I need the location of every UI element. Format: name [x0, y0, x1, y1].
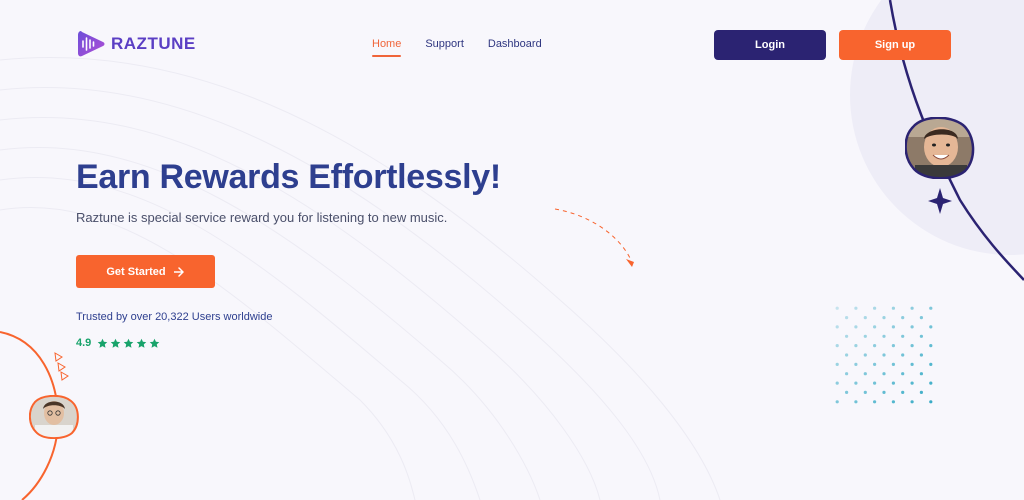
pattern-dot [835, 344, 839, 348]
pattern-dot [854, 400, 858, 404]
get-started-button[interactable]: Get Started [76, 255, 215, 288]
login-button[interactable]: Login [714, 30, 826, 60]
user-avatar-large [905, 117, 975, 179]
pattern-dot [835, 400, 839, 404]
pattern-dot [929, 381, 933, 385]
pattern-dot [891, 381, 896, 385]
pattern-dot [873, 381, 877, 385]
pattern-dot [863, 353, 867, 357]
background-decoration [0, 0, 1024, 500]
nav-item-support[interactable]: Support [425, 38, 464, 50]
brand-name: RAZTUNE [111, 34, 196, 53]
pattern-dot [845, 353, 849, 357]
pattern-dot [845, 372, 849, 376]
pattern-dot [854, 344, 858, 348]
hero-title: Earn Rewards Effortlessly! [76, 158, 501, 196]
rating-stars [97, 338, 160, 349]
pattern-dot [854, 325, 858, 329]
pattern-dot [910, 381, 914, 385]
dot-pattern [835, 306, 933, 404]
pattern-dot [919, 353, 924, 357]
pattern-dot [929, 400, 933, 404]
pattern-dot [929, 306, 933, 310]
pattern-dot [845, 334, 849, 338]
pattern-dot [835, 362, 839, 366]
pattern-dot [863, 316, 867, 320]
nav-item-dashboard[interactable]: Dashboard [488, 38, 542, 50]
pattern-dot [901, 316, 905, 320]
star-icon [137, 338, 147, 348]
pattern-dot [891, 306, 896, 310]
pattern-dot [882, 372, 886, 376]
pattern-dot [891, 325, 896, 329]
pattern-dot [835, 325, 839, 329]
pattern-dot [919, 334, 924, 338]
pattern-dot [854, 306, 858, 310]
pattern-dot [873, 306, 877, 310]
nav-item-home[interactable]: Home [372, 38, 402, 57]
user-avatar-small [29, 395, 79, 439]
pattern-dot [873, 344, 877, 348]
pattern-dot [901, 390, 905, 394]
pattern-dot [901, 334, 905, 338]
pattern-dot [835, 381, 839, 385]
pattern-dot [845, 390, 849, 394]
pattern-dot [929, 325, 933, 329]
pattern-dot [873, 400, 877, 404]
pattern-dot [910, 362, 914, 366]
pattern-dot [929, 344, 933, 348]
pattern-dot [854, 362, 858, 366]
pattern-dot [919, 316, 924, 320]
get-started-label: Get Started [106, 265, 166, 278]
pattern-dot [891, 344, 896, 348]
pattern-dot [891, 362, 896, 366]
pattern-dot [910, 400, 914, 404]
landing-page: RAZTUNE Home Support Dashboard Login Sig… [0, 0, 1024, 500]
star-icon [124, 338, 134, 348]
pattern-dot [882, 353, 886, 357]
rating-value: 4.9 [76, 337, 92, 349]
pattern-dot [873, 362, 877, 366]
pattern-dot [863, 390, 867, 394]
pattern-dot [882, 316, 886, 320]
pattern-dot [910, 325, 914, 329]
pattern-dot [910, 344, 914, 348]
pattern-dot [863, 372, 867, 376]
pattern-dot [919, 372, 924, 376]
trusted-text: Trusted by over 20,322 Users worldwide [76, 311, 273, 323]
dashed-arrow [554, 208, 631, 259]
pattern-dot [882, 390, 886, 394]
pattern-dot [882, 334, 886, 338]
signup-button[interactable]: Sign up [839, 30, 951, 60]
pattern-dot [873, 325, 877, 329]
rating: 4.9 [76, 337, 160, 349]
pattern-dot [835, 306, 839, 310]
hero-subtitle: Raztune is special service reward you fo… [76, 210, 448, 225]
arrow-right-icon [173, 266, 184, 277]
star-icon [98, 338, 108, 348]
pattern-dot [845, 316, 849, 320]
pattern-dot [901, 353, 905, 357]
pattern-dot [863, 334, 867, 338]
pattern-dot [919, 390, 924, 394]
pattern-dot [854, 381, 858, 385]
pattern-dot [910, 306, 914, 310]
main-nav: Home Support Dashboard [372, 38, 542, 57]
play-soundwave-icon [78, 31, 105, 57]
star-icon [150, 338, 160, 348]
star-icon [111, 338, 121, 348]
pattern-dot [901, 372, 905, 376]
brand-logo[interactable]: RAZTUNE [77, 29, 196, 59]
pattern-dot [929, 362, 933, 366]
pattern-dot [891, 400, 896, 404]
